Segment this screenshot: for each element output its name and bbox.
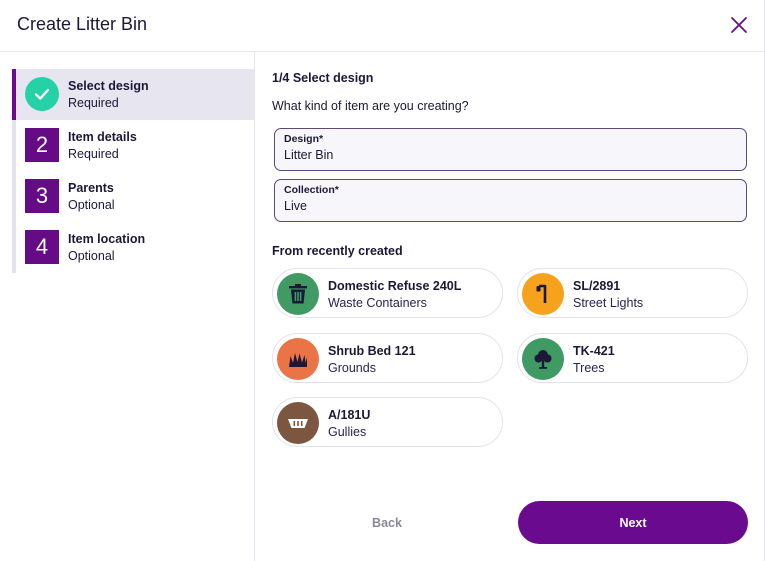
- step-status: Required: [68, 96, 119, 110]
- question-text: What kind of item are you creating?: [272, 99, 469, 113]
- recent-item-name: TK-421: [573, 344, 615, 358]
- recent-heading: From recently created: [272, 244, 403, 258]
- step-complete-check: [25, 77, 59, 111]
- recent-item-name: Domestic Refuse 240L: [328, 279, 462, 293]
- close-button[interactable]: [726, 12, 752, 38]
- recent-item-card[interactable]: Domestic Refuse 240L Waste Containers: [272, 268, 503, 318]
- step-status: Optional: [68, 198, 115, 212]
- step-title: Item location: [68, 232, 146, 246]
- collection-field-label: Collection*: [284, 184, 339, 196]
- step-title: Item details: [68, 130, 137, 144]
- recent-item-name: A/181U: [328, 408, 371, 422]
- step-number-badge: 4: [25, 230, 59, 264]
- design-field-label: Design*: [284, 133, 324, 145]
- step-item-location[interactable]: 4 Item location Optional: [16, 222, 254, 273]
- main-panel: 1/4 Select design What kind of item are …: [256, 52, 765, 561]
- step-select-design[interactable]: Select design Required: [12, 69, 254, 120]
- step-number-badge: 3: [25, 179, 59, 213]
- trash-bin-icon: [277, 273, 319, 315]
- collection-field-value: Live: [284, 199, 307, 213]
- wizard-sidebar: Select design Required 2 Item details Re…: [0, 52, 255, 561]
- wizard-steps: Select design Required 2 Item details Re…: [12, 69, 254, 273]
- recent-item-name: SL/2891: [573, 279, 621, 293]
- recent-item-card[interactable]: TK-421 Trees: [517, 333, 748, 383]
- back-button[interactable]: Back: [342, 502, 432, 544]
- step-heading: 1/4 Select design: [272, 71, 374, 85]
- dialog-header: Create Litter Bin: [0, 0, 765, 52]
- street-light-icon: [522, 273, 564, 315]
- step-title: Select design: [68, 79, 149, 93]
- collection-field[interactable]: Collection* Live: [274, 179, 747, 222]
- step-status: Optional: [68, 249, 115, 263]
- checkmark-icon: [34, 88, 50, 100]
- create-item-dialog: Create Litter Bin Select design Required…: [0, 0, 765, 561]
- design-field[interactable]: Design* Litter Bin: [274, 128, 747, 171]
- next-button[interactable]: Next: [518, 501, 748, 544]
- dialog-title: Create Litter Bin: [17, 14, 148, 34]
- design-field-value: Litter Bin: [284, 148, 334, 162]
- step-status: Required: [68, 147, 119, 161]
- recent-item-name: Shrub Bed 121: [328, 344, 416, 358]
- grass-icon: [277, 338, 319, 380]
- recent-item-card[interactable]: Shrub Bed 121 Grounds: [272, 333, 503, 383]
- recent-item-category: Grounds: [328, 361, 376, 375]
- tree-icon: [522, 338, 564, 380]
- close-icon: [731, 17, 747, 33]
- step-parents[interactable]: 3 Parents Optional: [16, 171, 254, 222]
- recent-item-category: Street Lights: [573, 296, 644, 310]
- recent-item-card[interactable]: SL/2891 Street Lights: [517, 268, 748, 318]
- gully-icon: [277, 402, 319, 444]
- recent-item-card[interactable]: A/181U Gullies: [272, 397, 503, 447]
- recent-item-category: Gullies: [328, 425, 367, 439]
- step-item-details[interactable]: 2 Item details Required: [16, 120, 254, 171]
- step-number-badge: 2: [25, 128, 59, 162]
- recent-item-category: Waste Containers: [328, 296, 427, 310]
- recent-item-category: Trees: [573, 361, 605, 375]
- step-title: Parents: [68, 181, 114, 195]
